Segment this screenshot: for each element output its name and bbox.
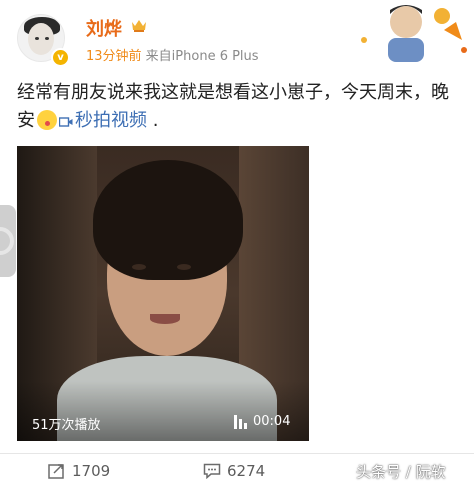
post-text: 经常有朋友说来我这就是想看这小崽子，今天周末，晚安 秒拍视频 . (17, 79, 457, 135)
video-subject-mouth (150, 314, 180, 324)
avatar-face (28, 23, 54, 55)
post-source: 来自iPhone 6 Plus (141, 49, 259, 64)
crown-icon (132, 20, 146, 32)
watermark: 头条号 / 阮软 (356, 463, 446, 481)
video-link-label: 秒拍视频 (75, 110, 147, 131)
video-link[interactable]: 秒拍视频 (59, 110, 147, 131)
video-duration: 00:04 (253, 414, 291, 429)
play-count: 51万次播放 (32, 418, 101, 433)
audio-bars-icon (234, 415, 247, 429)
video-subject-eye (132, 264, 146, 270)
header-decoration-image (361, 5, 467, 62)
avatar-eye (45, 37, 49, 40)
post-time: 13分钟前 (86, 49, 142, 64)
post-body-end: . (147, 110, 159, 131)
video-player[interactable]: 51万次播放 00:04 (17, 146, 309, 441)
scroll-ring-icon (0, 227, 14, 255)
divider (0, 453, 474, 454)
username[interactable]: 刘烨 (86, 15, 122, 41)
post-meta: 13分钟前 来自iPhone 6 Plus (86, 45, 259, 64)
repost-icon (48, 464, 64, 479)
avatar-eye (35, 37, 39, 40)
comment-icon (203, 463, 221, 479)
comment-button[interactable]: 6274 (203, 462, 265, 480)
video-subject-hair (93, 160, 243, 280)
repost-button[interactable]: 1709 (48, 462, 110, 480)
repost-count: 1709 (72, 462, 111, 480)
video-subject-eye (177, 264, 191, 270)
kiss-emoji-icon (37, 110, 57, 130)
verified-badge-icon: v (51, 48, 70, 67)
scroll-handle[interactable] (0, 205, 16, 277)
video-camera-icon (59, 117, 73, 127)
comment-count: 6274 (227, 462, 266, 480)
